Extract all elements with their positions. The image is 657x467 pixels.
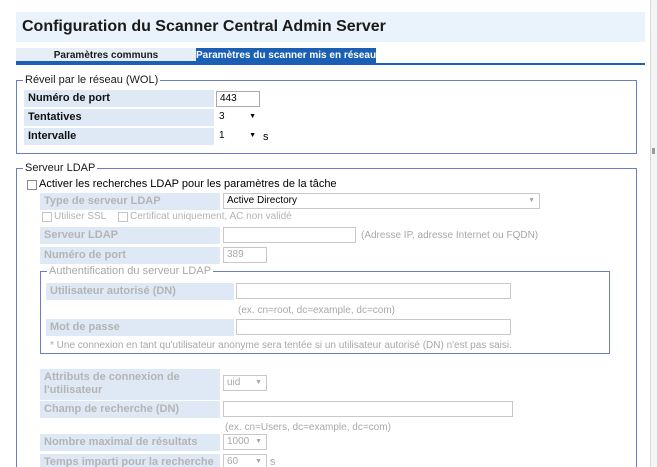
chevron-down-icon: ▼ — [528, 197, 535, 204]
ldap-search-field-input[interactable] — [223, 401, 513, 417]
ldap-timeout-label: Temps imparti pour la recherche — [40, 454, 220, 467]
ldap-search-field-hint: (ex. cn=Users, dc=example, dc=com) — [225, 422, 391, 433]
ldap-search-field-label: Champ de recherche (DN) — [40, 401, 220, 418]
ldap-cert-checkbox[interactable] — [118, 212, 128, 222]
wol-interval-value: 1 — [219, 130, 225, 141]
tab-network-scanner-settings[interactable]: Paramètres du scanner mis en réseau — [196, 48, 376, 63]
ldap-max-results-select[interactable]: 1000 ▼ — [223, 434, 267, 450]
ldap-cert-label: Certificat uniquement, AC non validé — [130, 211, 292, 222]
ldap-server-type-label: Type de serveur LDAP — [40, 193, 220, 210]
ldap-max-results-label: Nombre maximal de résultats — [40, 434, 220, 451]
ldap-ssl-checkbox[interactable] — [42, 212, 52, 222]
wol-retries-value: 3 — [219, 111, 225, 122]
tab-underline — [16, 63, 645, 65]
ldap-auth-legend: Authentification du serveur LDAP — [49, 265, 212, 277]
wol-legend: Réveil par le réseau (WOL) — [25, 74, 159, 86]
vertical-scrollbar[interactable] — [650, 0, 657, 467]
wol-interval-select[interactable]: 1 ▼ — [216, 129, 260, 145]
ldap-max-results-value: 1000 — [227, 436, 250, 447]
ldap-login-attr-value: uid — [227, 377, 241, 388]
ldap-login-attr-label: Attributs de connexion de l'utilisateur — [40, 369, 220, 400]
ldap-server-type-select[interactable]: Active Directory ▼ — [223, 193, 540, 209]
chevron-down-icon: ▼ — [249, 113, 256, 120]
chevron-down-icon: ▼ — [255, 458, 262, 465]
ldap-user-hint: (ex. cn=root, dc=example, dc=com) — [238, 305, 396, 316]
ldap-server-label: Serveur LDAP — [40, 227, 220, 244]
ldap-timeout-select[interactable]: 60 ▼ — [223, 454, 267, 467]
ldap-timeout-value: 60 — [227, 456, 239, 467]
ldap-login-attr-label-line2: l'utilisateur — [44, 384, 103, 396]
chevron-down-icon: ▼ — [249, 132, 256, 139]
wol-interval-unit: s — [263, 131, 269, 143]
ldap-port-label: Numéro de port — [40, 247, 220, 264]
ldap-password-label: Mot de passe — [46, 319, 234, 336]
wol-retries-select[interactable]: 3 ▼ — [216, 110, 260, 126]
tab-common-settings[interactable]: Paramètres communs — [16, 48, 196, 63]
ldap-enable-label: Activer les recherches LDAP pour les par… — [39, 178, 337, 190]
ldap-server-type-value: Active Directory — [227, 195, 298, 206]
ldap-user-label: Utilisateur autorisé (DN) — [46, 283, 234, 300]
ldap-timeout-unit: s — [270, 456, 276, 467]
wol-port-label: Numéro de port — [24, 90, 214, 107]
ldap-login-attr-select[interactable]: uid ▼ — [223, 375, 267, 391]
page-title: Configuration du Scanner Central Admin S… — [22, 18, 386, 35]
ldap-anon-note: * Une connexion en tant qu'utilisateur a… — [50, 340, 512, 351]
ldap-server-hint: (Adresse IP, adresse Internet ou FQDN) — [361, 230, 539, 241]
ldap-server-input[interactable] — [223, 227, 356, 243]
ldap-legend: Serveur LDAP — [25, 162, 96, 174]
chevron-down-icon: ▼ — [255, 438, 262, 445]
ldap-login-attr-label-line1: Attributs de connexion de — [44, 371, 180, 383]
wol-retries-label: Tentatives — [24, 109, 214, 126]
ldap-password-input[interactable] — [236, 319, 511, 335]
ldap-enable-checkbox[interactable] — [27, 180, 37, 190]
page: Configuration du Scanner Central Admin S… — [0, 0, 657, 467]
wol-interval-label: Intervalle — [24, 128, 214, 145]
chevron-down-icon: ▼ — [255, 379, 262, 386]
ldap-user-input[interactable] — [236, 283, 511, 299]
scrollbar-grip-icon — [652, 148, 655, 154]
ldap-port-input[interactable]: 389 — [223, 247, 267, 263]
wol-port-input[interactable]: 443 — [216, 91, 260, 107]
ldap-ssl-label: Utiliser SSL — [54, 211, 107, 222]
